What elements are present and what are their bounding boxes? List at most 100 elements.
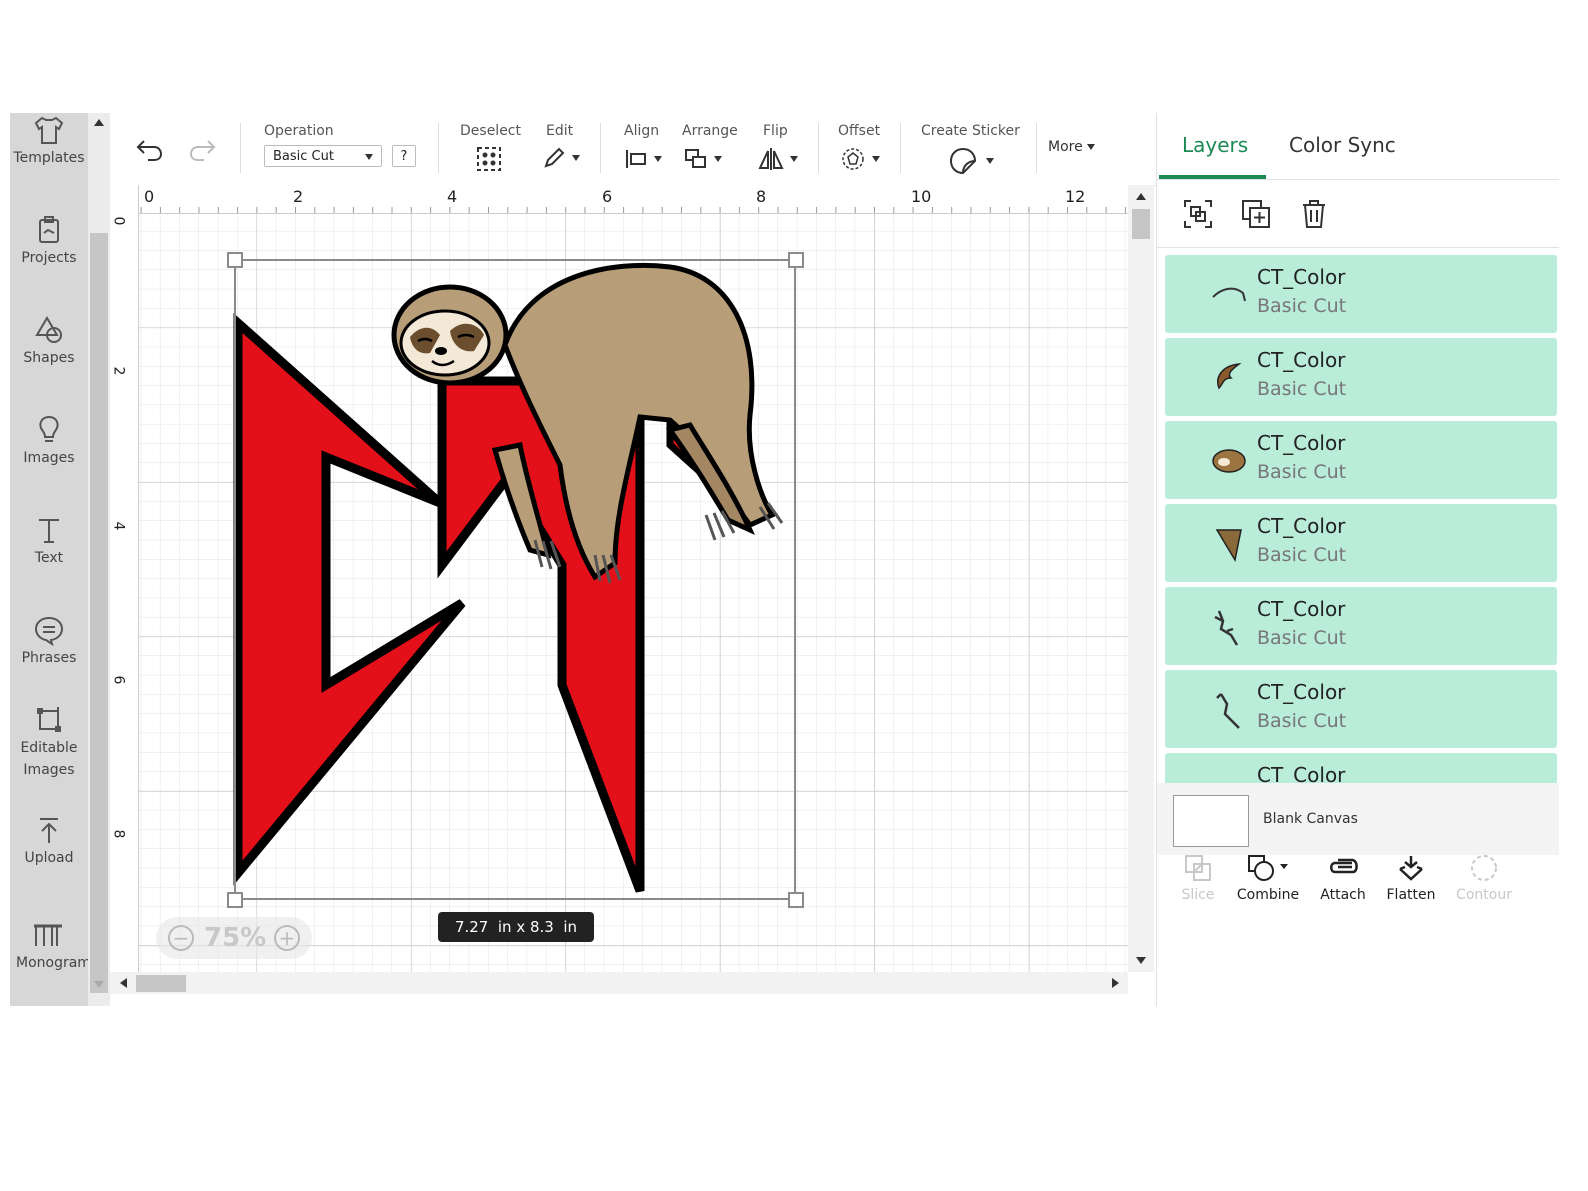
flip-button[interactable] [758, 146, 798, 176]
layer-operation: Basic Cut [1257, 295, 1347, 317]
create-sticker-button[interactable] [948, 146, 994, 180]
flip-icon [758, 148, 784, 170]
resize-handle-tr[interactable] [788, 252, 804, 268]
contour-button[interactable]: Contour [1449, 853, 1519, 903]
editable-image-icon [37, 707, 61, 732]
scroll-down-arrow-icon[interactable] [94, 981, 104, 988]
layer-row[interactable]: CT_Color Basic Cut [1165, 587, 1557, 665]
layer-row[interactable]: CT_Color [1165, 753, 1557, 783]
canvas-horizontal-scrollbar[interactable] [110, 972, 1128, 994]
sidebar-item-editable-images[interactable]: Editable Images [10, 703, 88, 781]
duplicate-icon[interactable] [1241, 199, 1271, 229]
arrange-button[interactable] [684, 148, 722, 174]
tab-layers[interactable]: Layers [1182, 133, 1248, 157]
sidebar-item-images[interactable]: Images [10, 413, 88, 469]
layer-row[interactable]: CT_Color Basic Cut [1165, 255, 1557, 333]
canvas-hscroll-thumb[interactable] [136, 975, 186, 992]
delete-icon[interactable] [1299, 199, 1329, 229]
toolbar-divider [1036, 123, 1037, 173]
layer-name: CT_Color [1257, 597, 1346, 621]
layer-row[interactable]: CT_Color Basic Cut [1165, 670, 1557, 748]
arrange-icon [685, 149, 706, 168]
sidebar-item-label: Templates [13, 150, 85, 166]
ruler-number: 0 [110, 216, 127, 226]
blank-canvas-swatch[interactable] [1173, 795, 1249, 847]
selection-box[interactable] [234, 259, 796, 900]
layer-row[interactable]: CT_Color Basic Cut [1165, 504, 1557, 582]
flatten-label: Flatten [1386, 887, 1436, 903]
sidebar-item-templates[interactable]: Templates [10, 113, 88, 169]
sidebar-item-upload[interactable]: Upload [10, 813, 88, 869]
layer-thumbnail-icon [1212, 449, 1246, 473]
align-button[interactable] [624, 148, 662, 174]
resize-handle-tl[interactable] [227, 252, 243, 268]
layer-operation: Basic Cut [1257, 710, 1347, 732]
scroll-down-arrow-icon[interactable] [1136, 957, 1146, 964]
resize-handle-br[interactable] [788, 892, 804, 908]
operation-select[interactable]: Basic Cut [264, 145, 382, 167]
tab-color-sync[interactable]: Color Sync [1289, 133, 1396, 157]
chevron-down-icon [872, 156, 880, 162]
scroll-left-arrow-icon[interactable] [120, 978, 127, 988]
combine-icon [1248, 855, 1288, 881]
scroll-up-arrow-icon[interactable] [94, 119, 104, 126]
scroll-right-arrow-icon[interactable] [1112, 978, 1119, 988]
sidebar-item-projects[interactable]: Projects [10, 213, 88, 269]
edit-button[interactable] [542, 146, 580, 174]
sidebar-item-text[interactable]: Text [10, 513, 88, 569]
deselect-label: Deselect [460, 123, 521, 139]
operation-label: Operation [264, 123, 334, 139]
shapes-icon [35, 316, 62, 343]
redo-icon[interactable] [188, 137, 218, 163]
sidebar-scroll-thumb[interactable] [90, 233, 108, 993]
design-canvas[interactable]: 7.27 in x 8.3 in − 75% + [110, 185, 1128, 972]
canvas-vscroll-thumb[interactable] [1132, 209, 1150, 239]
toolbar-divider [818, 123, 819, 173]
layer-row[interactable]: CT_Color Basic Cut [1165, 421, 1557, 499]
deselect-icon[interactable] [476, 146, 502, 172]
tab-divider [1157, 179, 1559, 180]
offset-label: Offset [838, 123, 881, 139]
toolbar-divider [900, 123, 901, 173]
zoom-level: 75% [204, 923, 267, 953]
attach-label: Attach [1320, 887, 1366, 903]
layer-name: CT_Color [1257, 348, 1346, 372]
group-icon[interactable] [1183, 199, 1213, 229]
chevron-down-icon [1086, 144, 1095, 150]
sidebar-item-shapes[interactable]: Shapes [10, 313, 88, 369]
contour-label: Contour [1456, 887, 1512, 903]
more-button[interactable]: More [1048, 139, 1095, 155]
scroll-up-arrow-icon[interactable] [1136, 193, 1146, 200]
offset-button[interactable] [840, 146, 880, 176]
create-sticker-label: Create Sticker [921, 123, 1020, 139]
chevron-down-icon [654, 156, 662, 162]
resize-handle-bl[interactable] [227, 892, 243, 908]
flatten-button[interactable]: Flatten [1376, 853, 1446, 903]
slice-label: Slice [1181, 887, 1215, 903]
size-readout: 7.27 in x 8.3 in [438, 912, 594, 942]
blank-canvas-label: Blank Canvas [1263, 811, 1358, 827]
slice-button[interactable]: Slice [1163, 853, 1233, 903]
sidebar-item-monogram[interactable]: Monogram [10, 918, 91, 974]
layer-operation: Basic Cut [1257, 544, 1347, 566]
actions-divider [1157, 247, 1559, 248]
layer-thumbnail-icon [1215, 529, 1242, 563]
sidebar-scrollbar[interactable] [88, 113, 110, 1006]
canvas-vertical-scrollbar[interactable] [1128, 185, 1154, 972]
sidebar-item-label: Images [23, 450, 75, 466]
sidebar-item-phrases[interactable]: Phrases [10, 613, 88, 669]
combine-button[interactable]: Combine [1233, 853, 1303, 903]
attach-button[interactable]: Attach [1308, 853, 1378, 903]
blank-canvas-row[interactable]: Blank Canvas [1157, 783, 1559, 855]
monogram-icon [34, 924, 62, 946]
sidebar-item-label: Editable Images [20, 740, 78, 778]
zoom-in-button[interactable]: + [274, 925, 300, 951]
speech-bubble-icon [34, 616, 64, 647]
undo-icon[interactable] [134, 137, 164, 163]
zoom-out-button[interactable]: − [168, 925, 194, 951]
operation-help-button[interactable]: ? [392, 145, 416, 167]
chevron-down-icon [986, 158, 994, 164]
chevron-down-icon [365, 154, 373, 160]
layer-row[interactable]: CT_Color Basic Cut [1165, 338, 1557, 416]
flip-label: Flip [763, 123, 788, 139]
